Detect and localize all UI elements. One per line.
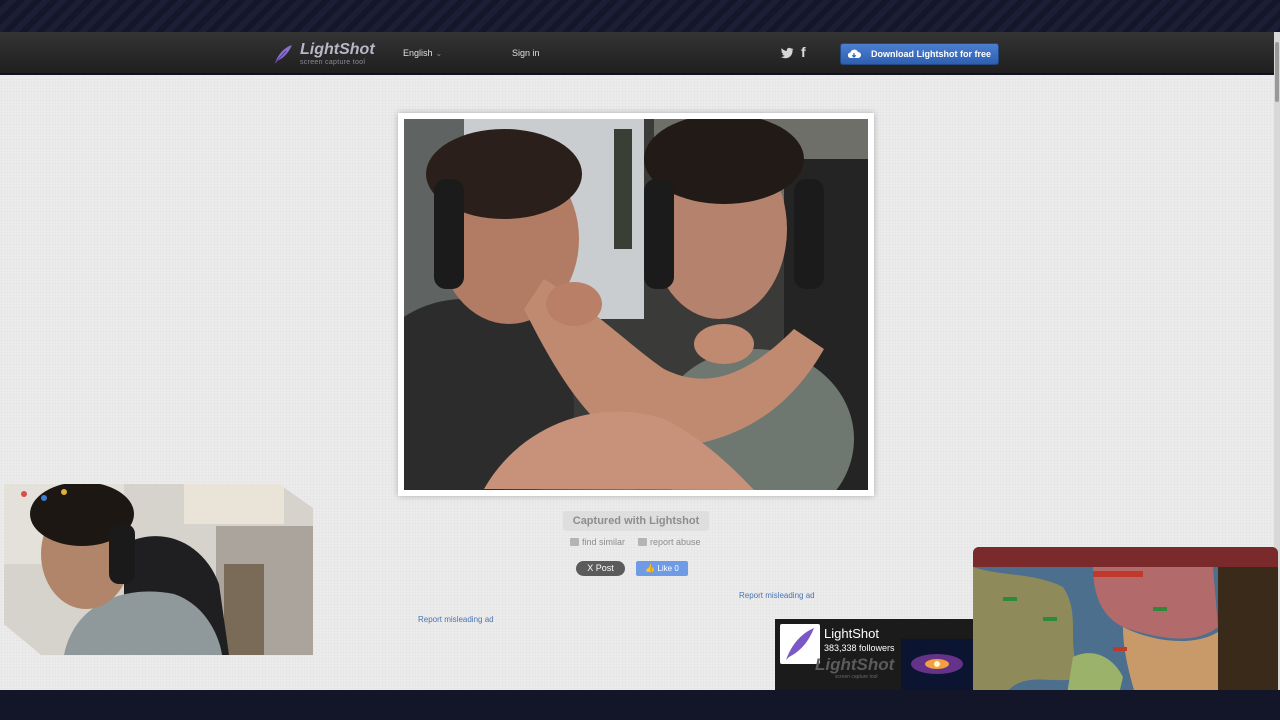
captured-with-lightshot: Captured with Lightshot <box>563 511 709 531</box>
promo-logo-text: LightShot <box>815 655 895 674</box>
scrollbar-thumb[interactable] <box>1275 42 1279 102</box>
sign-in-link[interactable]: Sign in <box>512 48 540 58</box>
report-misleading-ad-link[interactable]: Report misleading ad <box>739 591 815 600</box>
flag-icon <box>638 538 647 546</box>
facebook-icon[interactable]: f <box>801 44 806 60</box>
search-icon <box>570 538 579 546</box>
like-label: Like 0 <box>657 564 679 573</box>
language-select[interactable]: English ⌄ <box>403 48 442 58</box>
top-background-strip <box>0 0 1280 32</box>
promo-followers: 383,338 followers <box>824 643 895 653</box>
feather-icon <box>274 45 292 64</box>
brand-tagline: screen capture tool <box>300 59 366 66</box>
report-abuse-link[interactable]: report abuse <box>638 537 701 547</box>
bottom-background-strip <box>0 690 1280 720</box>
download-button-label: Download Lightshot for free <box>871 49 991 59</box>
screenshot-image[interactable] <box>404 119 868 490</box>
find-similar-link[interactable]: find similar <box>570 537 625 547</box>
download-cloud-icon <box>847 49 861 58</box>
promo-avatar <box>780 624 820 664</box>
download-button[interactable]: Download Lightshot for free <box>840 43 999 65</box>
facebook-like-button[interactable]: 👍 Like 0 <box>636 561 688 576</box>
thumbs-up-icon: 👍 <box>645 564 656 573</box>
promo-logo-tagline: screen capture tool <box>835 674 878 680</box>
feather-icon <box>786 628 814 660</box>
x-post-button[interactable]: X Post <box>576 561 625 576</box>
webcam-overlay <box>4 484 313 655</box>
chevron-down-icon: ⌄ <box>435 49 443 58</box>
promo-title: LightShot <box>824 626 879 641</box>
twitter-icon[interactable] <box>780 46 794 60</box>
promo-galaxy-thumbnail <box>901 639 973 690</box>
report-abuse-label: report abuse <box>650 537 701 547</box>
lightshot-promo-card[interactable]: LightShot 383,338 followers LightShot sc… <box>775 619 975 690</box>
lightshot-logo[interactable]: LightShot screen capture tool <box>272 41 375 69</box>
language-label: English <box>403 48 433 58</box>
find-similar-label: find similar <box>582 537 626 547</box>
report-misleading-ad-link[interactable]: Report misleading ad <box>418 615 494 624</box>
screenshot-frame <box>398 113 874 496</box>
site-header: LightShot screen capture tool English ⌄ S… <box>0 32 1274 74</box>
brand-name: LightShot <box>300 41 375 58</box>
